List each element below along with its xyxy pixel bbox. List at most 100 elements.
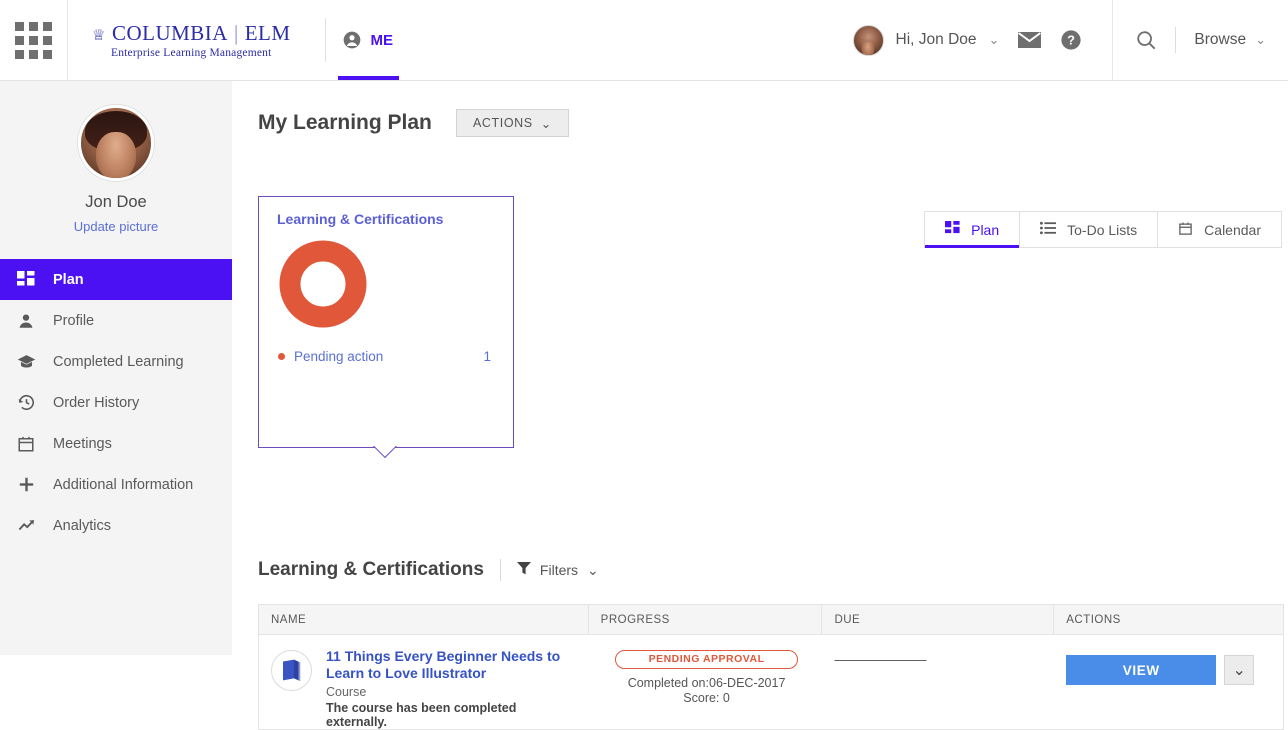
sidebar: Jon Doe Update picture Plan Profile Comp… bbox=[0, 81, 232, 655]
section-divider bbox=[499, 559, 501, 581]
status-badge: PENDING APPROVAL bbox=[615, 650, 799, 669]
book-icon bbox=[271, 650, 312, 691]
search-divider bbox=[1175, 27, 1177, 53]
legend-count: 1 bbox=[483, 349, 491, 364]
table-row: 11 Things Every Beginner Needs to Learn … bbox=[258, 635, 1284, 730]
person-icon bbox=[16, 311, 36, 331]
column-header-progress: PROGRESS bbox=[589, 605, 823, 634]
score-text: Score: 0 bbox=[683, 691, 730, 705]
tab-me-label: ME bbox=[370, 31, 394, 49]
sidebar-nav: Plan Profile Completed Learning Order Hi… bbox=[0, 259, 232, 546]
learning-table: NAME PROGRESS DUE ACTIONS 11 Things Ever… bbox=[258, 604, 1284, 730]
chevron-down-icon: ⌄ bbox=[988, 32, 1000, 47]
tab-label: Plan bbox=[971, 221, 1000, 238]
completed-on-text: Completed on:06-DEC-2017 bbox=[627, 676, 786, 690]
sidebar-item-label: Analytics bbox=[53, 517, 112, 534]
actions-button[interactable]: ACTIONS ⌄ bbox=[455, 109, 569, 137]
browse-label: Browse bbox=[1194, 31, 1247, 48]
cell-actions: VIEW ⌄ bbox=[1054, 635, 1283, 729]
sidebar-item-completed-learning[interactable]: Completed Learning bbox=[0, 341, 232, 382]
learning-certifications-card[interactable]: Learning & Certifications Pending action… bbox=[258, 196, 514, 459]
filters-label: Filters bbox=[539, 562, 579, 578]
dashboard-grid-icon bbox=[945, 220, 960, 239]
avatar[interactable] bbox=[78, 105, 154, 181]
sidebar-item-profile[interactable]: Profile bbox=[0, 300, 232, 341]
chevron-down-icon: ⌄ bbox=[1255, 32, 1266, 47]
tab-label: Calendar bbox=[1204, 221, 1261, 238]
card-pointer bbox=[372, 446, 400, 461]
funnel-icon bbox=[516, 562, 531, 578]
course-type: Course bbox=[326, 685, 367, 700]
dashboard-grid-icon bbox=[16, 270, 36, 290]
help-button[interactable]: ? bbox=[1060, 29, 1082, 51]
update-picture-link[interactable]: Update picture bbox=[0, 219, 232, 234]
user-menu[interactable]: Hi, Jon Doe ⌄ bbox=[852, 24, 1000, 56]
chart-legend: Pending action 1 bbox=[259, 333, 513, 364]
brand-divider: | bbox=[233, 21, 239, 45]
tab-plan[interactable]: Plan bbox=[925, 212, 1021, 248]
list-icon bbox=[1040, 221, 1057, 238]
search-icon[interactable] bbox=[1135, 29, 1157, 51]
brand-name-secondary: ELM bbox=[244, 21, 291, 45]
sidebar-item-label: Plan bbox=[53, 271, 84, 288]
history-clock-icon bbox=[16, 393, 36, 413]
tab-to-do-lists[interactable]: To-Do Lists bbox=[1020, 212, 1159, 247]
calendar-icon bbox=[1178, 221, 1193, 239]
course-note: The course has been completed externally… bbox=[326, 701, 517, 730]
cell-name: 11 Things Every Beginner Needs to Learn … bbox=[259, 635, 589, 729]
donut-chart bbox=[259, 227, 513, 333]
browse-menu[interactable]: Browse ⌄ bbox=[1194, 31, 1266, 49]
person-icon bbox=[343, 31, 360, 49]
column-header-name: NAME bbox=[259, 605, 589, 634]
view-button[interactable]: VIEW bbox=[1066, 655, 1217, 685]
help-icon: ? bbox=[1061, 30, 1082, 50]
tab-me-indicator bbox=[337, 76, 400, 80]
chevron-down-icon: ⌄ bbox=[540, 116, 552, 131]
sidebar-item-label: Completed Learning bbox=[53, 353, 184, 370]
brand-name-primary: COLUMBIA bbox=[111, 21, 228, 45]
column-header-due: DUE bbox=[822, 605, 1055, 634]
avatar bbox=[852, 24, 884, 56]
actions-button-label: ACTIONS bbox=[472, 116, 533, 130]
main-header: My Learning Plan ACTIONS ⌄ bbox=[232, 81, 1288, 137]
graduation-cap-icon bbox=[16, 352, 36, 372]
top-header: ♕ COLUMBIA | ELM Enterprise Learning Man… bbox=[0, 0, 1288, 81]
sidebar-item-order-history[interactable]: Order History bbox=[0, 382, 232, 423]
brand-name-row: ♕ COLUMBIA | ELM bbox=[92, 21, 291, 46]
main-content: My Learning Plan ACTIONS ⌄ Plan To-Do Li… bbox=[232, 81, 1288, 730]
calendar-icon bbox=[16, 434, 36, 454]
view-tabs: Plan To-Do Lists Calendar bbox=[924, 211, 1282, 248]
sidebar-item-label: Order History bbox=[53, 394, 140, 411]
page-title: My Learning Plan bbox=[258, 111, 432, 134]
tab-me[interactable]: ME bbox=[326, 0, 412, 80]
tab-calendar[interactable]: Calendar bbox=[1158, 212, 1281, 247]
card-title: Learning & Certifications bbox=[277, 211, 444, 227]
tab-label: To-Do Lists bbox=[1067, 221, 1138, 238]
apps-grid-icon bbox=[15, 21, 52, 59]
sidebar-user-name: Jon Doe bbox=[85, 193, 147, 211]
filters-button[interactable]: Filters ⌄ bbox=[516, 561, 599, 579]
crown-icon: ♕ bbox=[92, 28, 106, 44]
chevron-down-icon: ⌄ bbox=[1232, 662, 1246, 679]
cell-progress: PENDING APPROVAL Completed on:06-DEC-201… bbox=[589, 635, 823, 729]
table-header-row: NAME PROGRESS DUE ACTIONS bbox=[258, 604, 1284, 635]
sidebar-item-label: Additional Information bbox=[53, 476, 194, 493]
list-section-header: Learning & Certifications Filters ⌄ bbox=[258, 559, 599, 581]
search-area: Browse ⌄ bbox=[1112, 0, 1288, 80]
mail-button[interactable] bbox=[1017, 31, 1042, 49]
sidebar-item-additional-information[interactable]: Additional Information bbox=[0, 464, 232, 505]
apps-menu-button[interactable] bbox=[0, 0, 68, 80]
sidebar-item-analytics[interactable]: Analytics bbox=[0, 505, 232, 546]
legend-label: Pending action bbox=[294, 349, 384, 364]
sidebar-item-meetings[interactable]: Meetings bbox=[0, 423, 232, 464]
legend-color-dot bbox=[278, 353, 285, 360]
course-title-link[interactable]: 11 Things Every Beginner Needs to Learn … bbox=[326, 648, 579, 682]
user-greeting: Hi, Jon Doe bbox=[895, 31, 977, 48]
sidebar-item-plan[interactable]: Plan bbox=[0, 259, 232, 300]
sidebar-profile: Jon Doe Update picture bbox=[0, 81, 232, 234]
column-header-actions: ACTIONS bbox=[1066, 613, 1121, 626]
chevron-down-icon: ⌄ bbox=[587, 561, 599, 578]
actions-dropdown-button[interactable]: ⌄ bbox=[1224, 655, 1255, 685]
brand-logo[interactable]: ♕ COLUMBIA | ELM Enterprise Learning Man… bbox=[92, 21, 311, 59]
course-info: 11 Things Every Beginner Needs to Learn … bbox=[326, 648, 579, 729]
